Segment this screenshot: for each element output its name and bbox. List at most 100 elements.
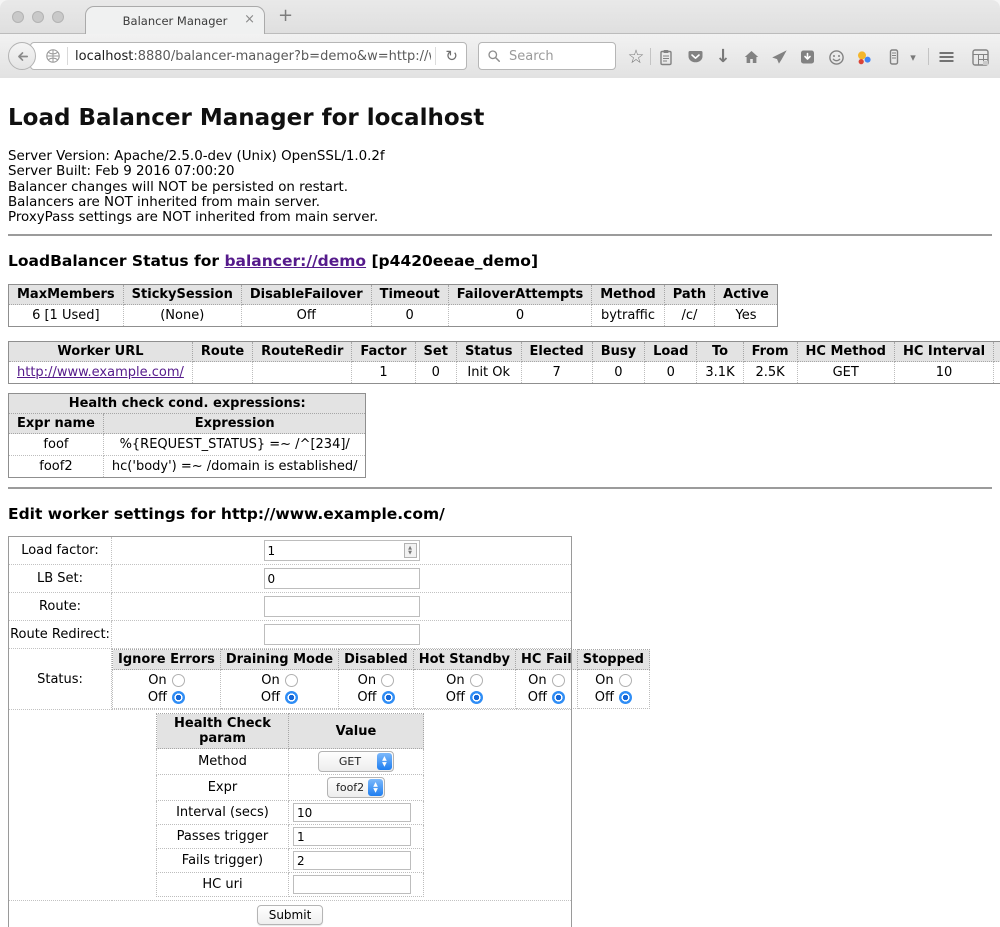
back-icon — [15, 49, 30, 64]
urlbar-divider — [67, 47, 68, 65]
download-icon[interactable]: ↓ — [713, 47, 733, 67]
browser-tab[interactable]: Balancer Manager × — [85, 6, 265, 35]
hc-param-label: Interval (secs) — [157, 801, 289, 825]
fails-input[interactable] — [293, 851, 411, 870]
balancer-link[interactable]: balancer://demo — [224, 252, 366, 270]
radio-option: Off — [343, 689, 409, 706]
forum-smiley-icon[interactable] — [826, 47, 846, 67]
status-off-radio[interactable] — [619, 691, 632, 704]
radio-option: Off — [582, 689, 645, 706]
status-off-radio[interactable] — [382, 691, 395, 704]
form-row: LB Set: — [9, 565, 572, 593]
table-cell: Yes — [715, 305, 778, 327]
globe-icon — [45, 48, 61, 64]
window-minimize-button[interactable] — [32, 11, 44, 23]
search-input[interactable] — [507, 48, 606, 65]
select-arrows-icon: ▲▼ — [368, 779, 383, 796]
lb-set-input[interactable] — [264, 568, 420, 589]
status-off-radio[interactable] — [470, 691, 483, 704]
submit-button[interactable]: Submit — [257, 905, 324, 925]
send-icon[interactable] — [769, 47, 789, 67]
form-row: Route: — [9, 593, 572, 621]
radio-option-label: On — [148, 673, 166, 688]
status-on-radio[interactable] — [172, 674, 185, 687]
table-cell: 3.1K — [697, 362, 743, 384]
radio-option: Off — [225, 689, 334, 706]
worker-url-link[interactable]: http://www.example.com/ — [17, 365, 184, 380]
route-redirect-input[interactable] — [264, 624, 420, 645]
window-close-button[interactable] — [12, 11, 24, 23]
colored-dots-icon[interactable] — [854, 47, 874, 67]
column-header: Status — [456, 342, 521, 362]
back-button[interactable] — [8, 42, 36, 70]
passes-input[interactable] — [293, 827, 411, 846]
search-bar[interactable] — [478, 42, 616, 70]
expr-select[interactable]: foof2▲▼ — [327, 777, 385, 798]
method-select[interactable]: GET▲▼ — [318, 751, 394, 772]
server-info-line: Server Version: Apache/2.5.0-dev (Unix) … — [8, 149, 992, 164]
column-header: From — [743, 342, 797, 362]
table-cell: /c/ — [664, 305, 714, 327]
load-factor-input[interactable] — [264, 540, 420, 561]
route-label: Route: — [9, 593, 112, 621]
url-path: :8880/balancer-manager?b=demo&w=http://w… — [133, 49, 431, 64]
column-header: StickySession — [123, 285, 241, 305]
status-on-radio[interactable] — [470, 674, 483, 687]
heading-prefix: LoadBalancer Status for — [8, 252, 224, 270]
column-header: HC Fail — [516, 650, 578, 670]
table-cell: 0 — [592, 362, 644, 384]
column-header: Method — [592, 285, 664, 305]
expression-cell: hc('body') =~ /domain is established/ — [103, 456, 366, 478]
reload-icon[interactable]: ↻ — [435, 47, 458, 65]
column-header: Passes — [994, 342, 1000, 362]
column-header: Draining Mode — [220, 650, 338, 670]
menu-icon[interactable] — [936, 47, 956, 67]
address-text[interactable]: localhost:8880/balancer-manager?b=demo&w… — [75, 49, 431, 64]
status-on-radio[interactable] — [552, 674, 565, 687]
battery-device-icon[interactable] — [884, 47, 904, 67]
status-radio-cell: OnOff — [413, 670, 515, 709]
status-off-radio[interactable] — [552, 691, 565, 704]
stepper-down-icon[interactable]: ▼ — [408, 551, 412, 556]
number-stepper-icon[interactable]: ▲▼ — [404, 543, 417, 558]
new-tab-button[interactable]: + — [278, 5, 293, 26]
table-row: Passes trigger — [157, 825, 424, 849]
radio-option-label: Off — [148, 690, 167, 705]
clipboard-icon[interactable] — [656, 47, 676, 67]
tab-close-icon[interactable]: × — [244, 12, 255, 27]
hc-param-label: Fails trigger) — [157, 849, 289, 873]
window-zoom-button[interactable] — [52, 11, 64, 23]
expr-name-cell: foof2 — [9, 456, 104, 478]
tab-title: Balancer Manager — [123, 14, 228, 28]
column-header: Ignore Errors — [113, 650, 221, 670]
pocket-icon[interactable] — [685, 47, 705, 67]
table-header-row: Expr nameExpression — [9, 414, 366, 434]
route-input[interactable] — [264, 596, 420, 617]
home-icon[interactable] — [741, 47, 761, 67]
expression-cell: %{REQUEST_STATUS} =~ /^[234]/ — [103, 434, 366, 456]
url-bar[interactable]: localhost:8880/balancer-manager?b=demo&w… — [30, 42, 467, 70]
worker-status-table: Worker URLRouteRouteRedirFactorSetStatus… — [8, 341, 1000, 384]
status-off-radio[interactable] — [285, 691, 298, 704]
column-header: Set — [415, 342, 456, 362]
pages-grid-icon[interactable] — [970, 47, 990, 67]
search-icon — [487, 49, 501, 63]
interval-input[interactable] — [293, 803, 411, 822]
status-on-radio[interactable] — [381, 674, 394, 687]
save-to-device-icon[interactable] — [797, 47, 817, 67]
hc-param-value — [288, 873, 423, 897]
balancer-status-heading: LoadBalancer Status for balancer://demo … — [8, 253, 992, 270]
dropdown-caret-icon[interactable]: ▾ — [903, 47, 923, 67]
divider — [8, 234, 992, 236]
hc-uri-input[interactable] — [293, 875, 411, 894]
status-on-radio[interactable] — [285, 674, 298, 687]
column-header: Worker URL — [9, 342, 193, 362]
radio-option: On — [582, 672, 645, 689]
select-arrows-icon: ▲▼ — [377, 753, 392, 770]
status-on-radio[interactable] — [619, 674, 632, 687]
bookmark-star-icon[interactable]: ☆ — [626, 47, 646, 67]
edit-worker-heading: Edit worker settings for http://www.exam… — [8, 506, 992, 523]
table-row: MethodGET▲▼ — [157, 749, 424, 775]
status-off-radio[interactable] — [172, 691, 185, 704]
table-header-row: Worker URLRouteRouteRedirFactorSetStatus… — [9, 342, 1000, 362]
